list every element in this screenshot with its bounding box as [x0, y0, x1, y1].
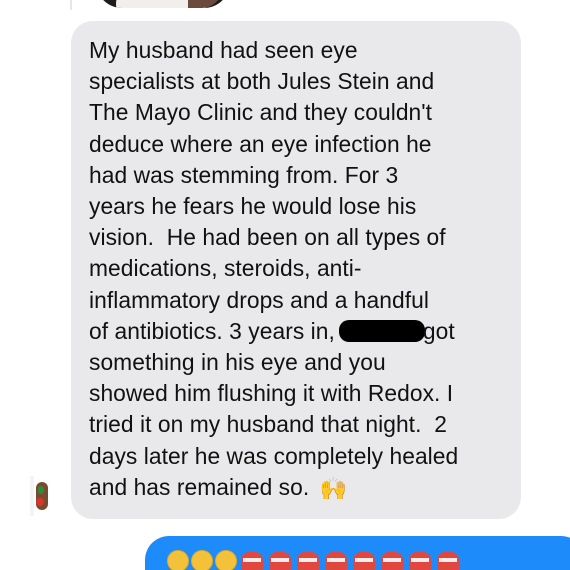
message-text-part-1: My husband had seen eye specialists at b… — [89, 37, 446, 344]
smiling-face-icon — [167, 550, 189, 570]
message-text-part-2: got something in his eye and you showed … — [89, 317, 459, 500]
heart-icon — [407, 550, 433, 570]
heart-icon — [379, 550, 405, 570]
redaction-mark — [338, 319, 425, 342]
emoji-row — [167, 550, 461, 570]
heart-icon — [351, 550, 377, 570]
smiling-face-icon — [215, 550, 237, 570]
heart-icon — [267, 550, 293, 570]
previous-message-image[interactable] — [96, 0, 230, 8]
sender-avatar[interactable] — [30, 476, 52, 516]
incoming-message-bubble[interactable]: My husband had seen eye specialists at b… — [71, 21, 521, 519]
heart-icon — [435, 550, 461, 570]
smiling-face-icon — [191, 550, 213, 570]
heart-icon — [323, 550, 349, 570]
heart-icon — [239, 550, 265, 570]
thread-divider — [70, 0, 72, 10]
image-content — [188, 0, 222, 8]
message-thread: My husband had seen eye specialists at b… — [0, 0, 570, 570]
outgoing-message-bubble[interactable] — [145, 536, 570, 570]
heart-icon — [295, 550, 321, 570]
message-text: My husband had seen eye specialists at b… — [89, 35, 503, 505]
raising-hands-icon: 🙌 — [319, 476, 348, 502]
